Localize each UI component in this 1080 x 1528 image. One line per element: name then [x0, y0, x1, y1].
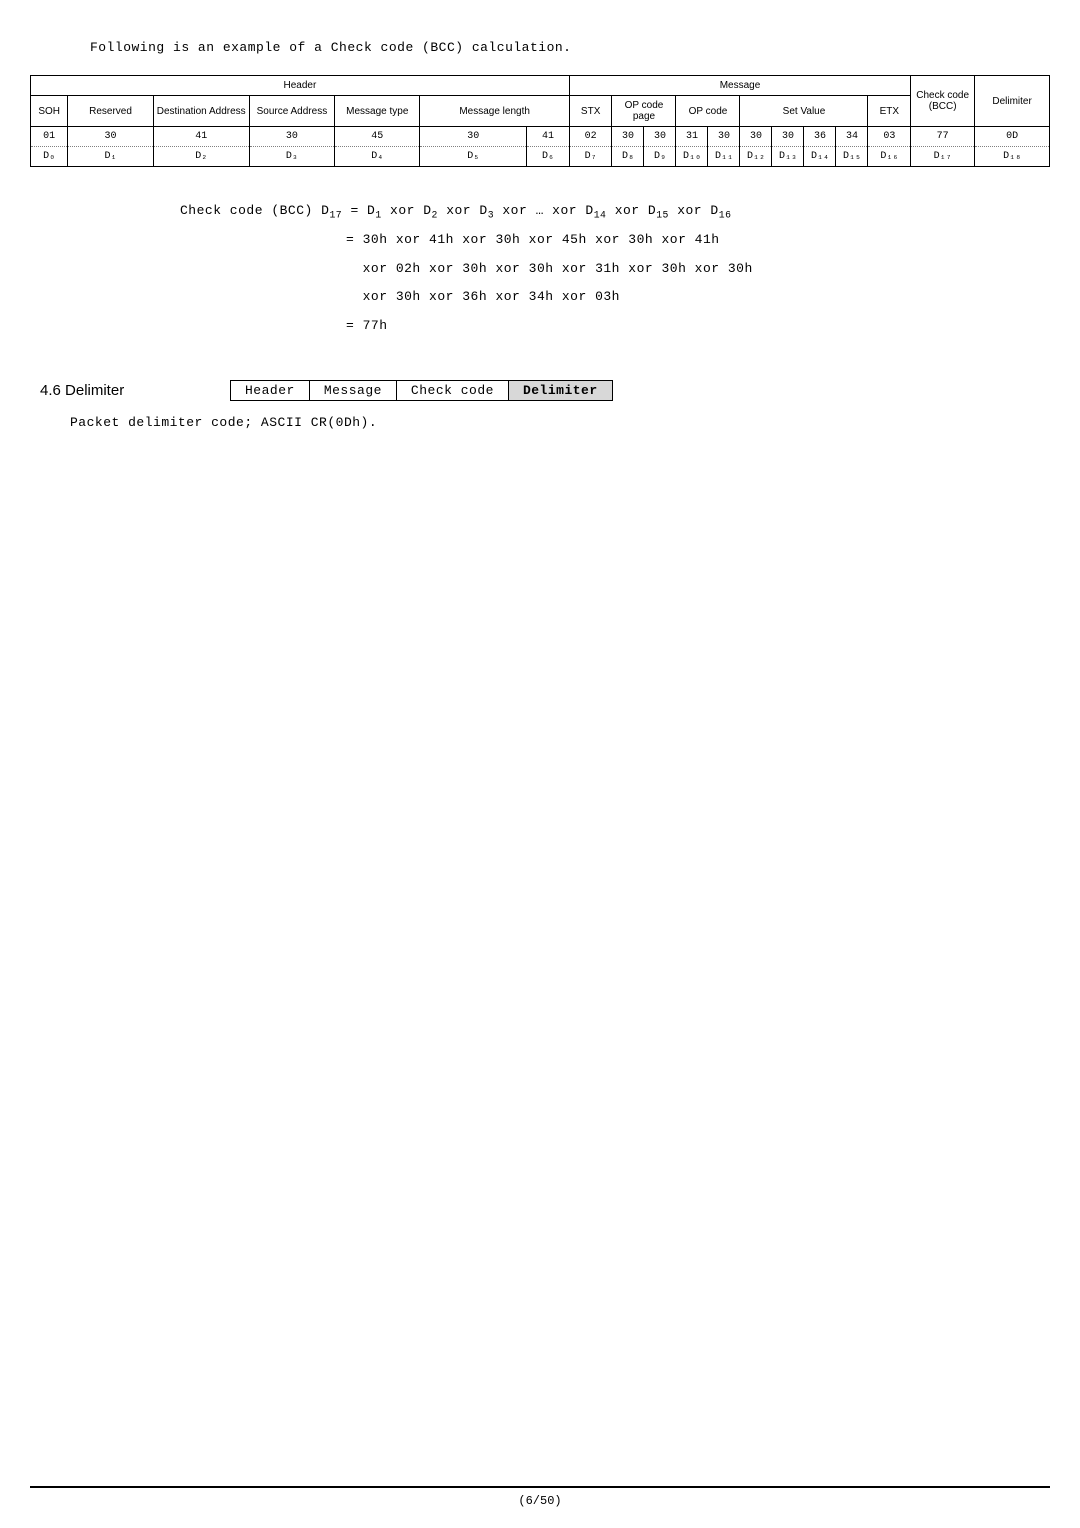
- cell: 0D: [975, 127, 1050, 147]
- cell: D₁₆: [868, 147, 911, 167]
- col-header: Header: [31, 76, 570, 96]
- cell: D₇: [569, 147, 612, 167]
- calc-line-1: Check code (BCC) D17 = D1 xor D2 xor D3 …: [180, 197, 1050, 226]
- calc-line-5: = 77h: [180, 312, 1050, 341]
- sub-dest: Destination Address: [153, 96, 249, 127]
- cell: D₁₁: [708, 147, 740, 167]
- sub-opc: OP code: [676, 96, 740, 127]
- cell: 41: [153, 127, 249, 147]
- cell: 30: [420, 127, 527, 147]
- cell: D₉: [644, 147, 676, 167]
- sub-mtype: Message type: [335, 96, 420, 127]
- cell: D₈: [612, 147, 644, 167]
- sub-opcp: OP code page: [612, 96, 676, 127]
- cell: D₅: [420, 147, 527, 167]
- footer: (6/50): [30, 1486, 1050, 1508]
- intro-text: Following is an example of a Check code …: [90, 40, 1050, 55]
- cell: D₁₇: [911, 147, 975, 167]
- sub-setv: Set Value: [740, 96, 868, 127]
- section-box-delimiter: Delimiter: [509, 381, 612, 400]
- footer-divider: [30, 1486, 1050, 1488]
- section-box-check: Check code: [397, 381, 509, 400]
- description-text: Packet delimiter code; ASCII CR(0Dh).: [70, 415, 1050, 430]
- cell: D₁: [68, 147, 153, 167]
- cell: 30: [612, 127, 644, 147]
- cell: D₃: [249, 147, 334, 167]
- sub-etx: ETX: [868, 96, 911, 127]
- sub-reserved: Reserved: [68, 96, 153, 127]
- col-message: Message: [569, 76, 910, 96]
- sub-mlen: Message length: [420, 96, 569, 127]
- cell: 30: [644, 127, 676, 147]
- cell: 41: [527, 127, 570, 147]
- footer-page-number: (6/50): [30, 1494, 1050, 1508]
- col-delim: Delimiter: [975, 76, 1050, 127]
- cell: 77: [911, 127, 975, 147]
- sub-src: Source Address: [249, 96, 334, 127]
- calculation-table: Header Message Check code (BCC) Delimite…: [30, 75, 1050, 167]
- calculation-block: Check code (BCC) D17 = D1 xor D2 xor D3 …: [180, 197, 1050, 340]
- calc-line-2: = 30h xor 41h xor 30h xor 45h xor 30h xo…: [180, 226, 1050, 255]
- section-row: 4.6 Delimiter Header Message Check code …: [40, 380, 1050, 401]
- section-title: 4.6 Delimiter: [40, 382, 230, 399]
- sub-stx: STX: [569, 96, 612, 127]
- cell: D₁₄: [804, 147, 836, 167]
- cell: D₆: [527, 147, 570, 167]
- cell: D₀: [31, 147, 68, 167]
- cell: D₁₃: [772, 147, 804, 167]
- cell: D₄: [335, 147, 420, 167]
- cell: 30: [249, 127, 334, 147]
- cell: 34: [836, 127, 868, 147]
- cell: D₁₀: [676, 147, 708, 167]
- cell: 36: [804, 127, 836, 147]
- cell: D₁₅: [836, 147, 868, 167]
- cell: 30: [772, 127, 804, 147]
- sub-soh: SOH: [31, 96, 68, 127]
- calc-line-4: xor 30h xor 36h xor 34h xor 03h: [180, 283, 1050, 312]
- cell: 30: [708, 127, 740, 147]
- cell: D₁₂: [740, 147, 772, 167]
- col-check: Check code (BCC): [911, 76, 975, 127]
- cell: 30: [68, 127, 153, 147]
- section-box-header: Header: [231, 381, 310, 400]
- section-box-message: Message: [310, 381, 397, 400]
- cell: 45: [335, 127, 420, 147]
- cell: 01: [31, 127, 68, 147]
- cell: 02: [569, 127, 612, 147]
- cell: 30: [740, 127, 772, 147]
- cell: D₁₈: [975, 147, 1050, 167]
- calc-line-3: xor 02h xor 30h xor 30h xor 31h xor 30h …: [180, 255, 1050, 284]
- section-boxes: Header Message Check code Delimiter: [230, 380, 613, 401]
- cell: 31: [676, 127, 708, 147]
- cell: 03: [868, 127, 911, 147]
- cell: D₂: [153, 147, 249, 167]
